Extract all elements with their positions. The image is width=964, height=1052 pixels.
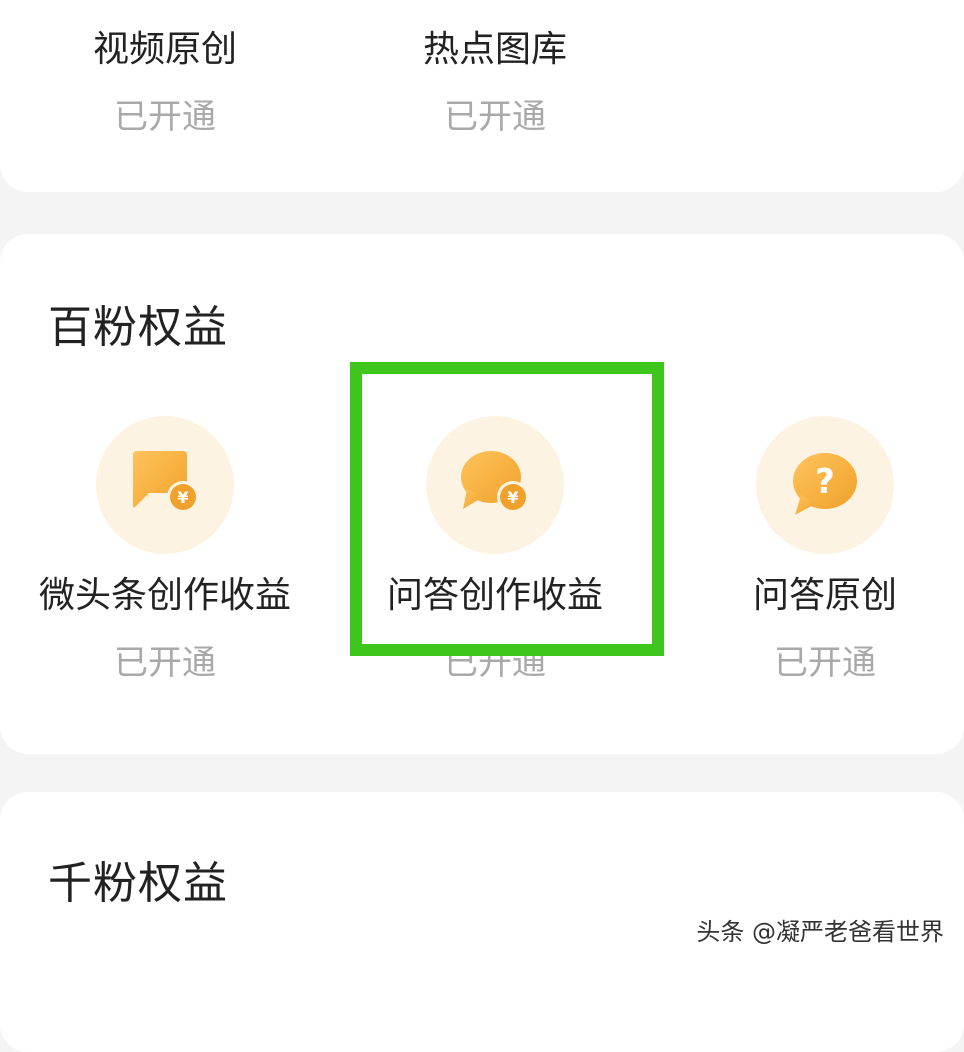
hundred-fans-card: 百粉权益 ¥ 微头条创作收益 已开通 ¥ 问答创作收益 已开通 ? 问答原创 已… bbox=[0, 234, 964, 754]
svg-text:?: ? bbox=[815, 462, 835, 502]
svg-text:¥: ¥ bbox=[507, 488, 518, 507]
benefit-item-hot-gallery[interactable]: 热点图库 已开通 bbox=[330, 29, 660, 137]
benefit-label: 热点图库 bbox=[422, 29, 567, 70]
top-benefits-card: 视频原创 已开通 热点图库 已开通 bbox=[0, 0, 964, 192]
watermark: 头条 @凝严老爸看世界 bbox=[696, 918, 944, 946]
benefit-label: 问答创作收益 bbox=[386, 575, 603, 616]
yuan-bubble-icon: ¥ bbox=[426, 416, 564, 554]
benefit-status: 已开通 bbox=[114, 643, 216, 683]
benefit-label: 问答原创 bbox=[752, 575, 897, 616]
svg-text:¥: ¥ bbox=[177, 488, 188, 507]
section-title: 百粉权益 bbox=[48, 302, 228, 353]
benefit-item-micro-headline-income[interactable]: ¥ 微头条创作收益 已开通 bbox=[0, 416, 330, 680]
benefit-item-qa-original[interactable]: ? 问答原创 已开通 bbox=[660, 416, 964, 680]
benefit-status: 已开通 bbox=[444, 97, 546, 137]
yuan-flag-icon: ¥ bbox=[96, 416, 234, 554]
benefit-item-qa-income[interactable]: ¥ 问答创作收益 已开通 bbox=[330, 416, 660, 680]
benefit-status: 已开通 bbox=[774, 643, 876, 683]
benefit-item-video-original[interactable]: 视频原创 已开通 bbox=[0, 29, 330, 137]
benefit-label: 视频原创 bbox=[92, 29, 237, 70]
benefit-status: 已开通 bbox=[444, 643, 546, 683]
section-title: 千粉权益 bbox=[48, 858, 228, 909]
benefit-status: 已开通 bbox=[114, 97, 216, 137]
benefit-label: 微头条创作收益 bbox=[38, 575, 291, 616]
question-bubble-icon: ? bbox=[756, 416, 894, 554]
